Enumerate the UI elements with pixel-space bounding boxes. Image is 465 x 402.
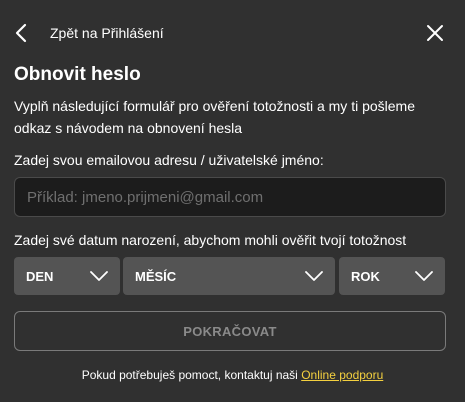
- month-select[interactable]: MĚSÍC: [123, 257, 335, 295]
- chevron-left-icon: [15, 23, 27, 43]
- continue-button[interactable]: POKRAČOVAT: [14, 311, 446, 351]
- email-label: Zadej svou emailovou adresu / uživatelsk…: [14, 152, 324, 168]
- email-input[interactable]: [14, 177, 446, 217]
- chevron-down-icon: [90, 271, 108, 281]
- close-icon[interactable]: [426, 24, 444, 42]
- page-title: Obnovit heslo: [14, 64, 141, 85]
- back-to-login-button[interactable]: Zpět na Přihlášení: [14, 20, 164, 46]
- online-support-link[interactable]: Online podporu: [301, 368, 383, 382]
- help-label: Pokud potřebuješ pomoct, kontaktuj naši: [81, 368, 298, 382]
- chevron-down-icon: [305, 271, 323, 281]
- day-select[interactable]: DEN: [14, 257, 120, 295]
- help-text: Pokud potřebuješ pomoct, kontaktuj naši …: [0, 368, 465, 382]
- month-select-value: MĚSÍC: [135, 268, 177, 284]
- birthdate-label: Zadej své datum narození, abychom mohli …: [14, 232, 407, 248]
- year-select-value: ROK: [351, 268, 380, 284]
- top-bar: Zpět na Přihlášení: [0, 0, 465, 64]
- chevron-down-icon: [415, 271, 433, 281]
- back-label: Zpět na Přihlášení: [50, 25, 164, 41]
- year-select[interactable]: ROK: [339, 257, 445, 295]
- page-description: Vyplň následující formulář pro ověření t…: [14, 98, 416, 136]
- day-select-value: DEN: [26, 268, 54, 284]
